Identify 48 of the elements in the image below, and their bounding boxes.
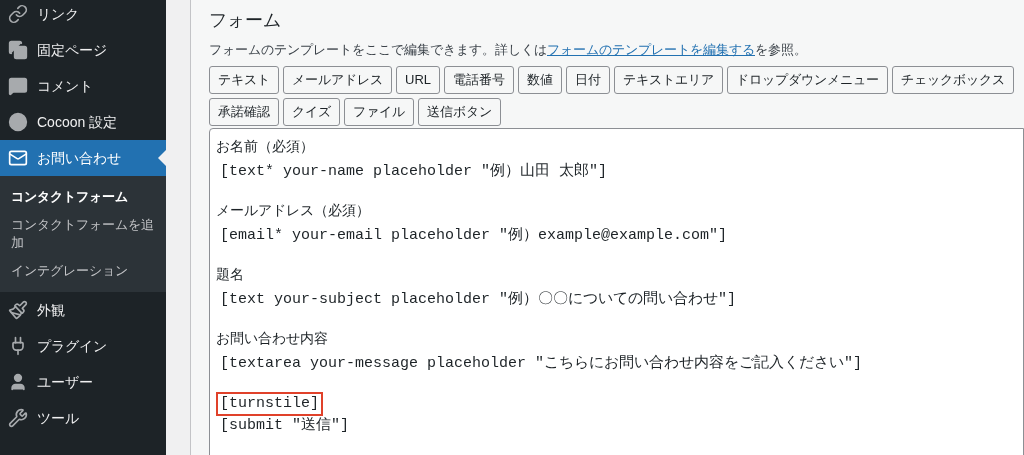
template-help-link[interactable]: フォームのテンプレートを編集する: [547, 42, 755, 57]
field-label: お名前（必須）: [216, 138, 314, 154]
form-tag: [textarea your-message placeholder "こちらにお問い合わせ内容をご記入ください"]: [216, 352, 867, 376]
brush-icon: [8, 300, 28, 320]
user-icon: [8, 372, 28, 392]
sidebar-item[interactable]: リンク: [0, 0, 166, 32]
field-label: メールアドレス（必須）: [216, 202, 370, 218]
highlighted-tag: [turnstile]: [216, 392, 324, 416]
link-icon: [8, 4, 28, 24]
form-tag: [text* your-name placeholder "例）山田 太郎"]: [216, 160, 612, 184]
sidebar-item[interactable]: Cocoon 設定: [0, 104, 166, 140]
circle-icon: [8, 112, 28, 132]
sidebar-item[interactable]: プラグイン: [0, 328, 166, 364]
tag-button[interactable]: チェックボックス: [892, 66, 1014, 94]
tag-button[interactable]: 送信ボタン: [418, 98, 501, 126]
wrench-icon: [8, 408, 28, 428]
sidebar-item[interactable]: ユーザー: [0, 364, 166, 400]
tag-button[interactable]: テキストエリア: [614, 66, 723, 94]
sidebar-item[interactable]: コメント: [0, 68, 166, 104]
sidebar-item[interactable]: 固定ページ: [0, 32, 166, 68]
tag-button[interactable]: 承諾確認: [209, 98, 279, 126]
tag-button[interactable]: 数値: [518, 66, 562, 94]
sidebar-item[interactable]: ツール: [0, 400, 166, 436]
mail-icon: [8, 148, 28, 168]
tag-button[interactable]: ドロップダウンメニュー: [727, 66, 888, 94]
field-label: 題名: [216, 266, 244, 282]
panel-title: フォーム: [209, 9, 282, 32]
tag-button[interactable]: ファイル: [344, 98, 414, 126]
current-notch: [158, 150, 166, 166]
sidebar-item[interactable]: お問い合わせ: [0, 140, 166, 176]
submenu-item[interactable]: コンタクトフォームを追加: [0, 211, 166, 257]
tag-button[interactable]: 日付: [566, 66, 610, 94]
form-tag: [submit "送信"]: [216, 414, 354, 438]
form-tag: [email* your-email placeholder "例）example@example.com"]: [216, 224, 732, 248]
form-tag: [text your-subject placeholder "例）〇〇についての問い合わせ"]: [216, 288, 741, 312]
tag-button[interactable]: テキスト: [209, 66, 279, 94]
sidebar-item[interactable]: 外観: [0, 292, 166, 328]
submenu-item[interactable]: コンタクトフォーム: [0, 183, 166, 211]
form-template-editor[interactable]: [209, 128, 1024, 455]
tag-button[interactable]: クイズ: [283, 98, 340, 126]
pages-icon: [8, 40, 28, 60]
tag-button[interactable]: 電話番号: [444, 66, 514, 94]
tag-button[interactable]: URL: [396, 66, 440, 94]
field-label: お問い合わせ内容: [216, 330, 328, 346]
tag-button[interactable]: メールアドレス: [283, 66, 392, 94]
panel-description: フォームのテンプレートをここで編集できます。詳しくはフォームのテンプレートを編集するを参照。: [209, 41, 808, 59]
comment-icon: [8, 76, 28, 96]
submenu-item[interactable]: インテグレーション: [0, 257, 166, 285]
